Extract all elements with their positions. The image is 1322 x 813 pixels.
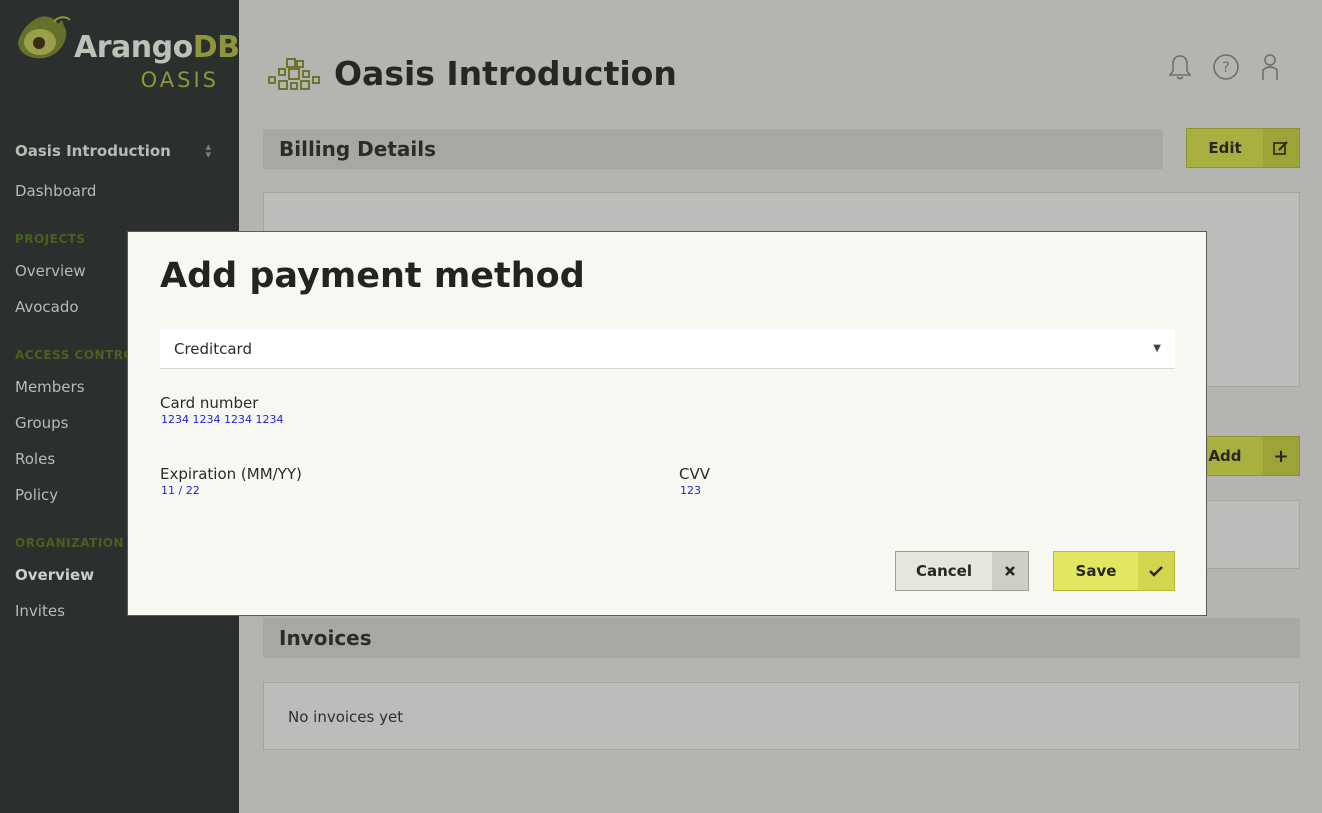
help-icon[interactable]: ? — [1211, 52, 1241, 82]
no-invoices-text: No invoices yet — [288, 708, 404, 726]
sidebar-item-org-overview[interactable]: Overview — [15, 566, 94, 584]
cvv-label: CVV — [679, 465, 710, 483]
sidebar-item-project-overview[interactable]: Overview — [15, 262, 86, 280]
save-button-label: Save — [1075, 562, 1117, 580]
user-icon[interactable] — [1255, 52, 1285, 82]
sidebar-heading-access-control: ACCESS CONTROL — [15, 348, 127, 362]
plus-icon: + — [1263, 437, 1299, 475]
logo-wordmark: ArangoDB — [74, 30, 240, 65]
sidebar-heading-projects: PROJECTS — [15, 232, 86, 246]
invoices-panel: No invoices yet — [263, 682, 1300, 750]
payment-method-value: Creditcard — [174, 339, 252, 358]
invoices-header: Invoices — [263, 618, 1300, 658]
bell-icon[interactable] — [1165, 52, 1195, 82]
cancel-button-label: Cancel — [915, 562, 972, 580]
project-selector-label: Oasis Introduction — [15, 142, 171, 160]
sidebar-item-dashboard[interactable]: Dashboard — [15, 182, 96, 200]
sidebar-item-policy[interactable]: Policy — [15, 486, 58, 504]
sidebar-item-roles[interactable]: Roles — [15, 450, 55, 468]
sidebar-item-groups[interactable]: Groups — [15, 414, 68, 432]
cvv-input[interactable]: 123 — [680, 484, 701, 497]
oasis-grid-icon — [268, 58, 320, 90]
expiration-input[interactable]: 11 / 22 — [161, 484, 200, 497]
arangodb-oasis-logo[interactable]: ArangoDB OASIS — [14, 14, 240, 94]
project-selector[interactable]: Oasis Introduction ▴ ▾ — [15, 140, 211, 162]
avocado-icon — [18, 16, 71, 59]
modal-title: Add payment method — [160, 256, 585, 296]
card-number-input[interactable]: 1234 1234 1234 1234 — [161, 413, 283, 426]
cancel-button[interactable]: Cancel — [895, 551, 1029, 591]
logo-subtitle: OASIS — [140, 68, 219, 92]
billing-details-header: Billing Details — [263, 129, 1163, 169]
edit-button-label: Edit — [1208, 139, 1242, 157]
checkmark-icon — [1138, 552, 1174, 590]
payment-method-select[interactable]: Creditcard ▼ — [160, 329, 1175, 369]
invoices-title: Invoices — [279, 626, 372, 650]
svg-text:?: ? — [1222, 60, 1229, 76]
card-number-label: Card number — [160, 394, 259, 412]
sidebar-item-members[interactable]: Members — [15, 378, 85, 396]
add-payment-method-modal: Add payment method Creditcard ▼ Card num… — [127, 231, 1207, 616]
page-title: Oasis Introduction — [334, 54, 677, 93]
edit-button[interactable]: Edit — [1186, 128, 1300, 168]
sidebar-item-avocado[interactable]: Avocado — [15, 298, 79, 316]
sort-icon: ▴ ▾ — [205, 140, 211, 161]
sidebar-item-invites[interactable]: Invites — [15, 602, 65, 620]
save-button[interactable]: Save — [1053, 551, 1175, 591]
sidebar-heading-organization: ORGANIZATION — [15, 536, 125, 550]
edit-icon — [1263, 129, 1299, 167]
expiration-label: Expiration (MM/YY) — [160, 465, 302, 483]
close-icon — [992, 552, 1028, 590]
caret-down-icon: ▼ — [1153, 343, 1161, 354]
billing-details-title: Billing Details — [279, 137, 437, 161]
